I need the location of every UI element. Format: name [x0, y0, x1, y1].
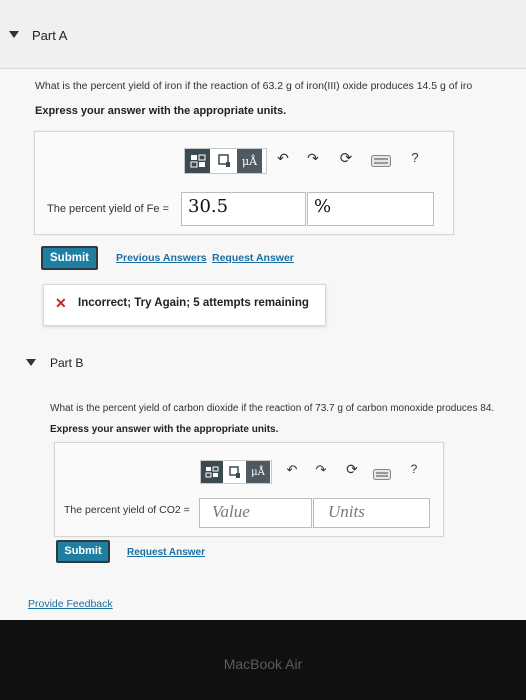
part-b-units-input[interactable]: Units — [313, 498, 430, 528]
help-icon[interactable]: ? — [407, 150, 423, 165]
part-a-value-text: 30.5 — [188, 196, 229, 217]
part-b-collapse-icon[interactable] — [26, 359, 36, 366]
templates-icon — [190, 154, 205, 168]
undo-icon[interactable]: ↶ — [284, 462, 300, 478]
help-icon[interactable]: ? — [406, 462, 422, 476]
undo-icon[interactable]: ↶ — [275, 150, 291, 167]
part-b-value-placeholder: Value — [212, 502, 250, 521]
part-b-request-answer-link[interactable]: Request Answer — [127, 547, 205, 558]
keyboard-icon[interactable] — [371, 154, 391, 172]
part-a-request-answer-link[interactable]: Request Answer — [212, 252, 294, 264]
feedback-text: Incorrect; Try Again; 5 attempts remaini… — [78, 297, 309, 309]
part-a-instruction: Express your answer with the appropriate… — [35, 105, 287, 117]
previous-answers-link[interactable]: Previous Answers — [116, 252, 207, 264]
part-a-question: What is the percent yield of iron if the… — [35, 80, 473, 92]
subscript-template-button[interactable] — [224, 461, 246, 483]
browser-screen: Part A What is the percent yield of iron… — [0, 0, 526, 620]
sqrt-icon — [218, 154, 230, 167]
subscript-template-button[interactable] — [211, 149, 237, 173]
templates-button[interactable] — [201, 461, 224, 483]
part-b-submit-button[interactable]: Submit — [56, 540, 110, 563]
part-b-title: Part B — [50, 356, 84, 370]
keyboard-icon[interactable] — [373, 467, 391, 485]
part-a-submit-button[interactable]: Submit — [41, 246, 98, 270]
reset-icon[interactable]: ⟳ — [338, 149, 354, 167]
symbols-button[interactable]: μÅ — [237, 149, 263, 173]
macbook-air-label: MacBook Air — [223, 656, 303, 672]
part-b-units-placeholder: Units — [328, 502, 365, 521]
part-b-template-toolbar: μÅ — [200, 460, 272, 484]
part-a-value-input[interactable]: 30.5 — [181, 192, 306, 226]
part-b-answer-panel: μÅ ↶ ↷ ⟳ ? The percent yield of CO2 = Va… — [54, 442, 444, 537]
part-a-template-toolbar: μÅ — [184, 148, 267, 174]
part-a-header[interactable]: Part A — [0, 0, 526, 69]
mu-angstrom-icon: μÅ — [241, 154, 258, 168]
sqrt-icon — [229, 466, 240, 478]
part-b-question: What is the percent yield of carbon diox… — [50, 403, 495, 414]
part-a-answer-panel: μÅ ↶ ↷ ⟳ ? The percent yield of Fe = 30.… — [34, 131, 454, 235]
mu-angstrom-icon: μÅ — [251, 466, 265, 478]
collapse-triangle-icon[interactable] — [9, 31, 19, 38]
part-a-field-label: The percent yield of Fe = — [47, 203, 169, 215]
part-a-title: Part A — [32, 28, 68, 43]
incorrect-feedback: ✕ Incorrect; Try Again; 5 attempts remai… — [43, 284, 326, 326]
incorrect-x-icon: ✕ — [55, 295, 67, 311]
part-a-units-text: % — [314, 196, 332, 217]
part-b-field-label: The percent yield of CO2 = — [64, 504, 190, 516]
part-a-units-input[interactable]: % — [307, 192, 434, 226]
templates-icon — [205, 466, 219, 478]
part-b-value-input[interactable]: Value — [199, 498, 312, 528]
part-b-instruction: Express your answer with the appropriate… — [50, 424, 279, 435]
redo-icon[interactable]: ↷ — [313, 462, 329, 478]
templates-button[interactable] — [185, 149, 211, 173]
symbols-button[interactable]: μÅ — [246, 461, 271, 483]
provide-feedback-link[interactable]: Provide Feedback — [28, 598, 113, 610]
redo-icon[interactable]: ↷ — [305, 150, 321, 167]
reset-icon[interactable]: ⟳ — [344, 461, 360, 478]
